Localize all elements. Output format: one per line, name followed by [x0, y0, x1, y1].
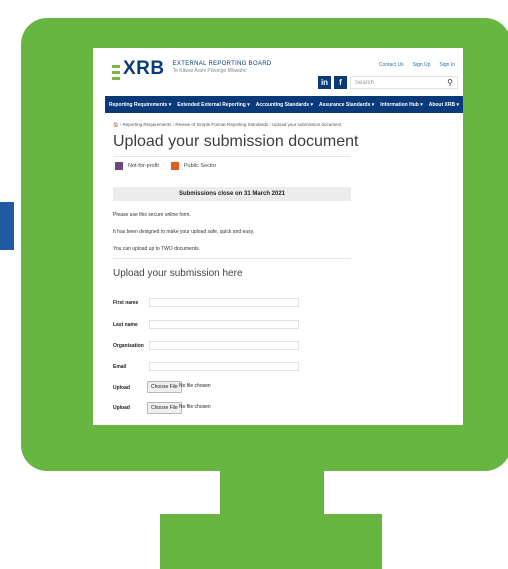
choose-file-button-2[interactable]: Choose File	[147, 402, 182, 414]
intro-paragraph-1: Please use this secure online form.	[113, 212, 191, 218]
category-tags: Not-for-profit Public Sector	[115, 162, 216, 170]
search-box: ⚲	[350, 76, 458, 89]
top-links: Contact Us Sign Up Sign In	[379, 62, 455, 68]
search-icon[interactable]: ⚲	[447, 78, 453, 87]
last-name-field[interactable]	[149, 320, 299, 329]
upload-label-2: Upload	[113, 405, 130, 411]
monitor-screen: XRB EXTERNAL REPORTING BOARD Te Kāwai Ār…	[93, 48, 463, 425]
title-divider	[113, 156, 351, 157]
nav-item-information-hub[interactable]: Information Hub ▾	[380, 102, 423, 108]
organisation-field[interactable]	[149, 341, 299, 350]
facebook-icon[interactable]: f	[334, 76, 347, 89]
tag-public-sector[interactable]: Public Sector	[170, 162, 217, 170]
logo-mark-icon	[112, 65, 120, 80]
tag-not-for-profit[interactable]: Not-for-profit	[115, 162, 159, 170]
email-field[interactable]	[149, 362, 299, 371]
sign-in-link[interactable]: Sign In	[439, 62, 455, 68]
nav-item-accounting-standards[interactable]: Accounting Standards ▾	[256, 102, 313, 108]
email-label: Email	[113, 364, 127, 370]
linkedin-icon[interactable]: in	[318, 76, 331, 89]
intro-paragraph-3: You can upload up to TWO documents.	[113, 246, 200, 252]
upload-label-1: Upload	[113, 385, 130, 391]
organisation-label: Organisation	[113, 343, 144, 349]
tag-label: Not-for-profit	[128, 163, 159, 169]
public-sector-swatch	[170, 162, 179, 170]
nav-item-extended-external-reporting[interactable]: Extended External Reporting ▾	[177, 102, 250, 108]
file-status-2: No file chosen	[179, 404, 211, 410]
first-name-field[interactable]	[149, 298, 299, 307]
xrb-logo[interactable]: XRB EXTERNAL REPORTING BOARD Te Kāwai Ār…	[112, 59, 272, 80]
contact-us-link[interactable]: Contact Us	[379, 62, 404, 68]
form-title: Upload your submission here	[113, 268, 243, 279]
submission-deadline-banner: Submissions close on 31 March 2021	[113, 187, 351, 201]
tag-label: Public Sector	[183, 163, 217, 169]
first-name-label: First name	[113, 300, 139, 306]
nav-item-about-xrb[interactable]: About XRB ▾	[429, 102, 459, 108]
logo-subtitle: EXTERNAL REPORTING BOARD Te Kāwai Ārahi …	[173, 61, 272, 74]
page-title: Upload your submission document	[113, 133, 359, 150]
search-input[interactable]	[355, 79, 435, 86]
logo-line-1: EXTERNAL REPORTING BOARD	[172, 61, 272, 67]
choose-file-button-1[interactable]: Choose File	[147, 381, 182, 393]
not-for-profit-swatch	[115, 162, 123, 170]
monitor-base	[160, 514, 382, 569]
file-status-1: No file chosen	[179, 383, 211, 389]
breadcrumb[interactable]: 🏠 › Reporting Requirements › Review of S…	[113, 122, 341, 128]
last-name-label: Last name	[113, 322, 138, 328]
intro-paragraph-2: It has been designed to make your upload…	[113, 229, 255, 235]
side-tab	[0, 202, 14, 250]
logo-text: XRB	[123, 58, 165, 79]
sign-up-link[interactable]: Sign Up	[413, 62, 431, 68]
nav-item-assurance-standards[interactable]: Assurance Standards ▾	[319, 102, 374, 108]
logo-line-2: Te Kāwai Ārahi Pūrongo Mōwaho	[172, 68, 247, 74]
main-nav: Reporting Requirements ▾ Extended Extern…	[105, 96, 463, 113]
section-divider	[113, 258, 351, 259]
social-links: in f	[318, 76, 347, 89]
nav-item-reporting-requirements[interactable]: Reporting Requirements ▾	[109, 102, 171, 108]
